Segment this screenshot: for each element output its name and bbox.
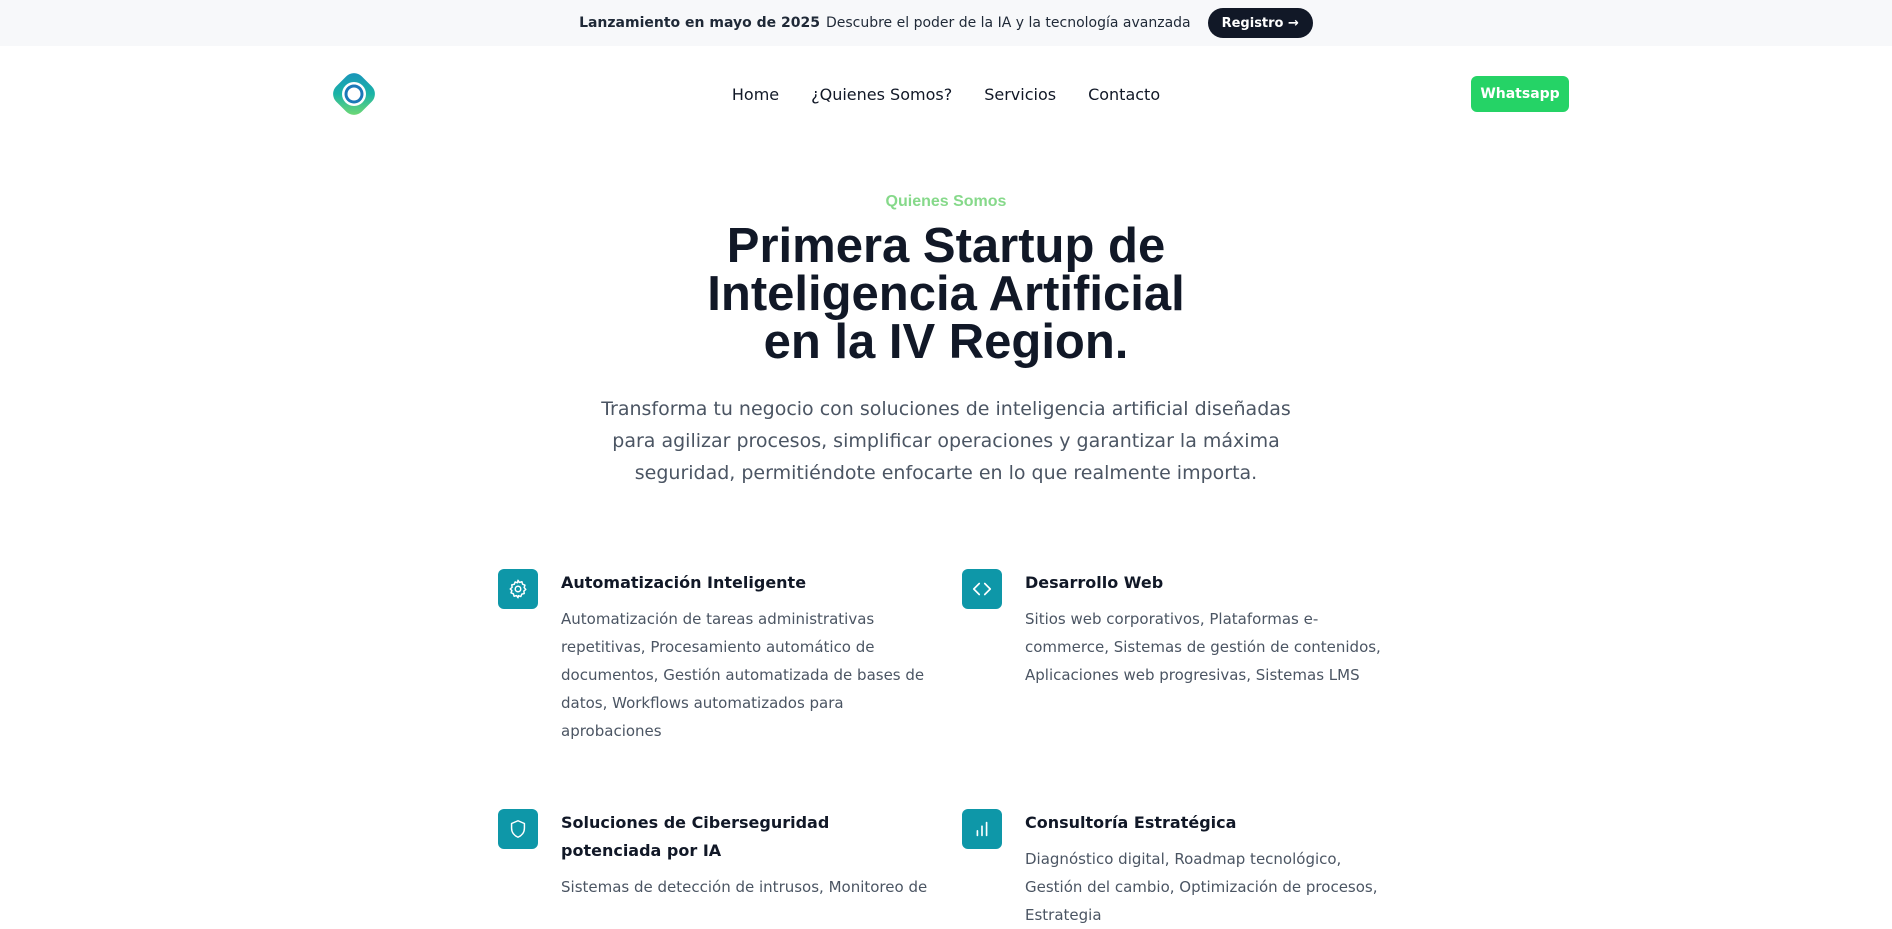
section-eyebrow: Quienes Somos bbox=[885, 193, 1007, 210]
hero-title: Primera Startup de Inteligencia Artifici… bbox=[646, 219, 1246, 369]
announcement-text: Descubre el poder de la IA y la tecnolog… bbox=[825, 15, 1191, 31]
feature-title: Consultoría Estratégica bbox=[1025, 813, 1237, 832]
hero-description: Transforma tu negocio con soluciones de … bbox=[601, 398, 1291, 484]
feature-title: Soluciones de Ciberseguridad potenciada … bbox=[561, 813, 830, 860]
gear-icon bbox=[498, 569, 538, 609]
announcement-highlight: Lanzamiento en mayo de 2025 bbox=[579, 15, 820, 31]
feature-description: Sistemas de detección de intrusos, Monit… bbox=[561, 878, 928, 896]
main-nav: Home ¿Quienes Somos? Servicios Contacto bbox=[0, 46, 1892, 142]
hero-title-line: Inteligencia Artificial bbox=[707, 267, 1185, 321]
nav-servicios[interactable]: Servicios bbox=[984, 85, 1056, 104]
hero-title-line: en la IV Region. bbox=[763, 315, 1129, 369]
feature-description: Automatización de tareas administrativas… bbox=[561, 610, 925, 740]
register-button[interactable]: Registro → bbox=[1207, 8, 1313, 38]
feature-description: Sitios web corporativos, Plataformas e-c… bbox=[1025, 610, 1381, 684]
nav-quienes-somos[interactable]: ¿Quienes Somos? bbox=[811, 85, 952, 104]
nav-home[interactable]: Home bbox=[732, 85, 779, 104]
announcement-bar: Lanzamiento en mayo de 2025 Descubre el … bbox=[0, 0, 1892, 46]
whatsapp-button[interactable]: Whatsapp bbox=[1471, 76, 1569, 112]
nav-contacto[interactable]: Contacto bbox=[1088, 85, 1160, 104]
logo[interactable] bbox=[325, 65, 383, 123]
feature-title: Automatización Inteligente bbox=[561, 573, 807, 592]
feature-title: Desarrollo Web bbox=[1025, 573, 1164, 592]
logo-icon bbox=[333, 73, 375, 115]
bar-chart-icon bbox=[962, 809, 1002, 849]
site-header: Home ¿Quienes Somos? Servicios Contacto … bbox=[0, 46, 1892, 142]
feature-description: Diagnóstico digital, Roadmap tecnológico… bbox=[1025, 850, 1378, 924]
shield-icon bbox=[498, 809, 538, 849]
hero-title-line: Primera Startup de bbox=[726, 219, 1166, 273]
code-icon bbox=[962, 569, 1002, 609]
